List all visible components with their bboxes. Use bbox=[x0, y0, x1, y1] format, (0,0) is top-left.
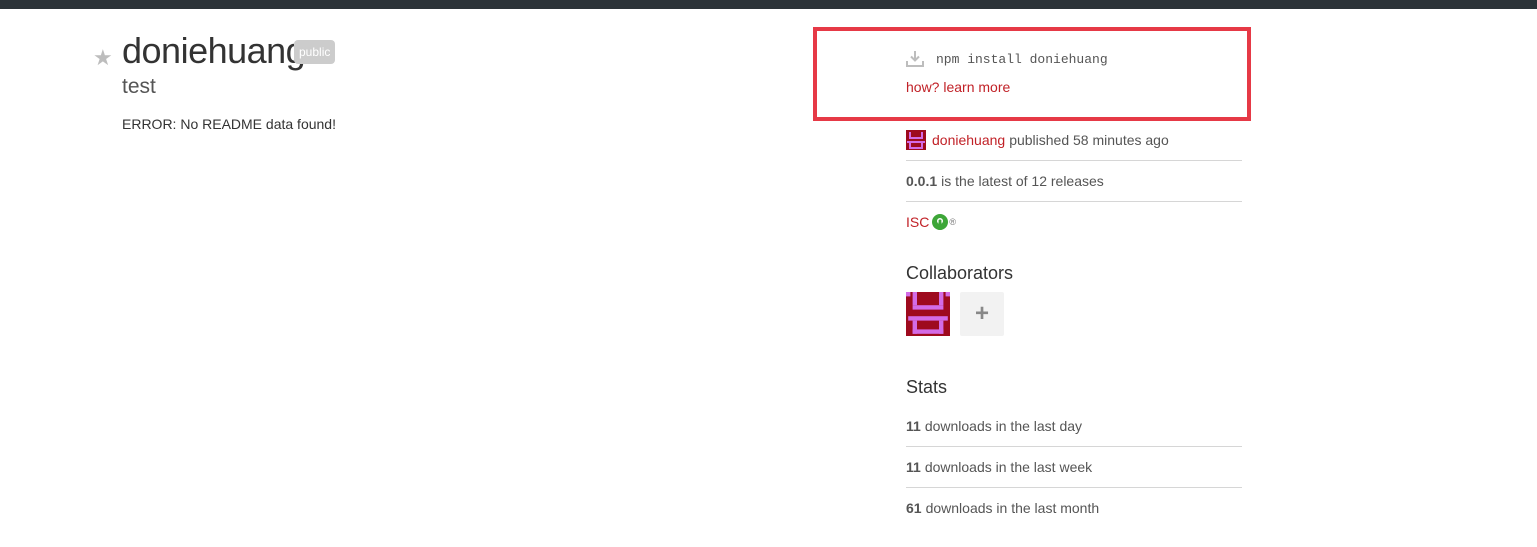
download-icon bbox=[906, 51, 924, 67]
package-name: doniehuang bbox=[122, 30, 306, 71]
stats-text: downloads in the last month bbox=[925, 500, 1100, 516]
stats-row-week: 11 downloads in the last week bbox=[906, 447, 1242, 488]
collaborator-avatar[interactable] bbox=[906, 292, 950, 336]
package-description: test bbox=[122, 75, 156, 98]
stats-title: Stats bbox=[906, 377, 948, 397]
stats-row-day: 11 downloads in the last day bbox=[906, 406, 1242, 447]
publisher-link[interactable]: doniehuang bbox=[932, 132, 1005, 148]
stats-list: 11 downloads in the last day 11 download… bbox=[906, 406, 1242, 528]
version-row: 0.0.1 is the latest of 12 releases bbox=[906, 161, 1242, 202]
readme-error-message: ERROR: No README data found! bbox=[122, 116, 336, 132]
version-text: is the latest of 12 releases bbox=[941, 173, 1104, 189]
star-icon[interactable]: ★ bbox=[93, 45, 113, 71]
visibility-badge: public bbox=[294, 40, 336, 64]
top-navigation-bar bbox=[0, 0, 1537, 9]
stats-count: 11 bbox=[906, 459, 921, 475]
stats-count: 11 bbox=[906, 418, 921, 434]
stats-text: downloads in the last week bbox=[924, 459, 1093, 475]
stats-count: 61 bbox=[906, 500, 922, 516]
publish-time-text: published 58 minutes ago bbox=[1009, 132, 1169, 148]
stats-text: downloads in the last day bbox=[924, 418, 1083, 434]
package-sidebar: doniehuang published 58 minutes ago 0.0.… bbox=[906, 120, 1242, 242]
registered-mark: ® bbox=[949, 217, 956, 227]
publisher-avatar[interactable] bbox=[906, 130, 926, 150]
license-link[interactable]: ISC bbox=[906, 214, 929, 230]
install-highlight-box bbox=[813, 27, 1251, 121]
publisher-row: doniehuang published 58 minutes ago bbox=[906, 120, 1242, 161]
stats-row-month: 61 downloads in the last month bbox=[906, 488, 1242, 528]
osi-icon bbox=[932, 214, 949, 230]
install-command[interactable]: npm install doniehuang bbox=[936, 51, 1108, 69]
install-help-link[interactable]: how? learn more bbox=[906, 78, 1010, 96]
collaborators-title: Collaborators bbox=[906, 263, 1014, 283]
license-row: ISC ® bbox=[906, 202, 1242, 242]
version-number: 0.0.1 bbox=[906, 173, 938, 189]
add-collaborator-button[interactable]: + bbox=[960, 292, 1004, 336]
